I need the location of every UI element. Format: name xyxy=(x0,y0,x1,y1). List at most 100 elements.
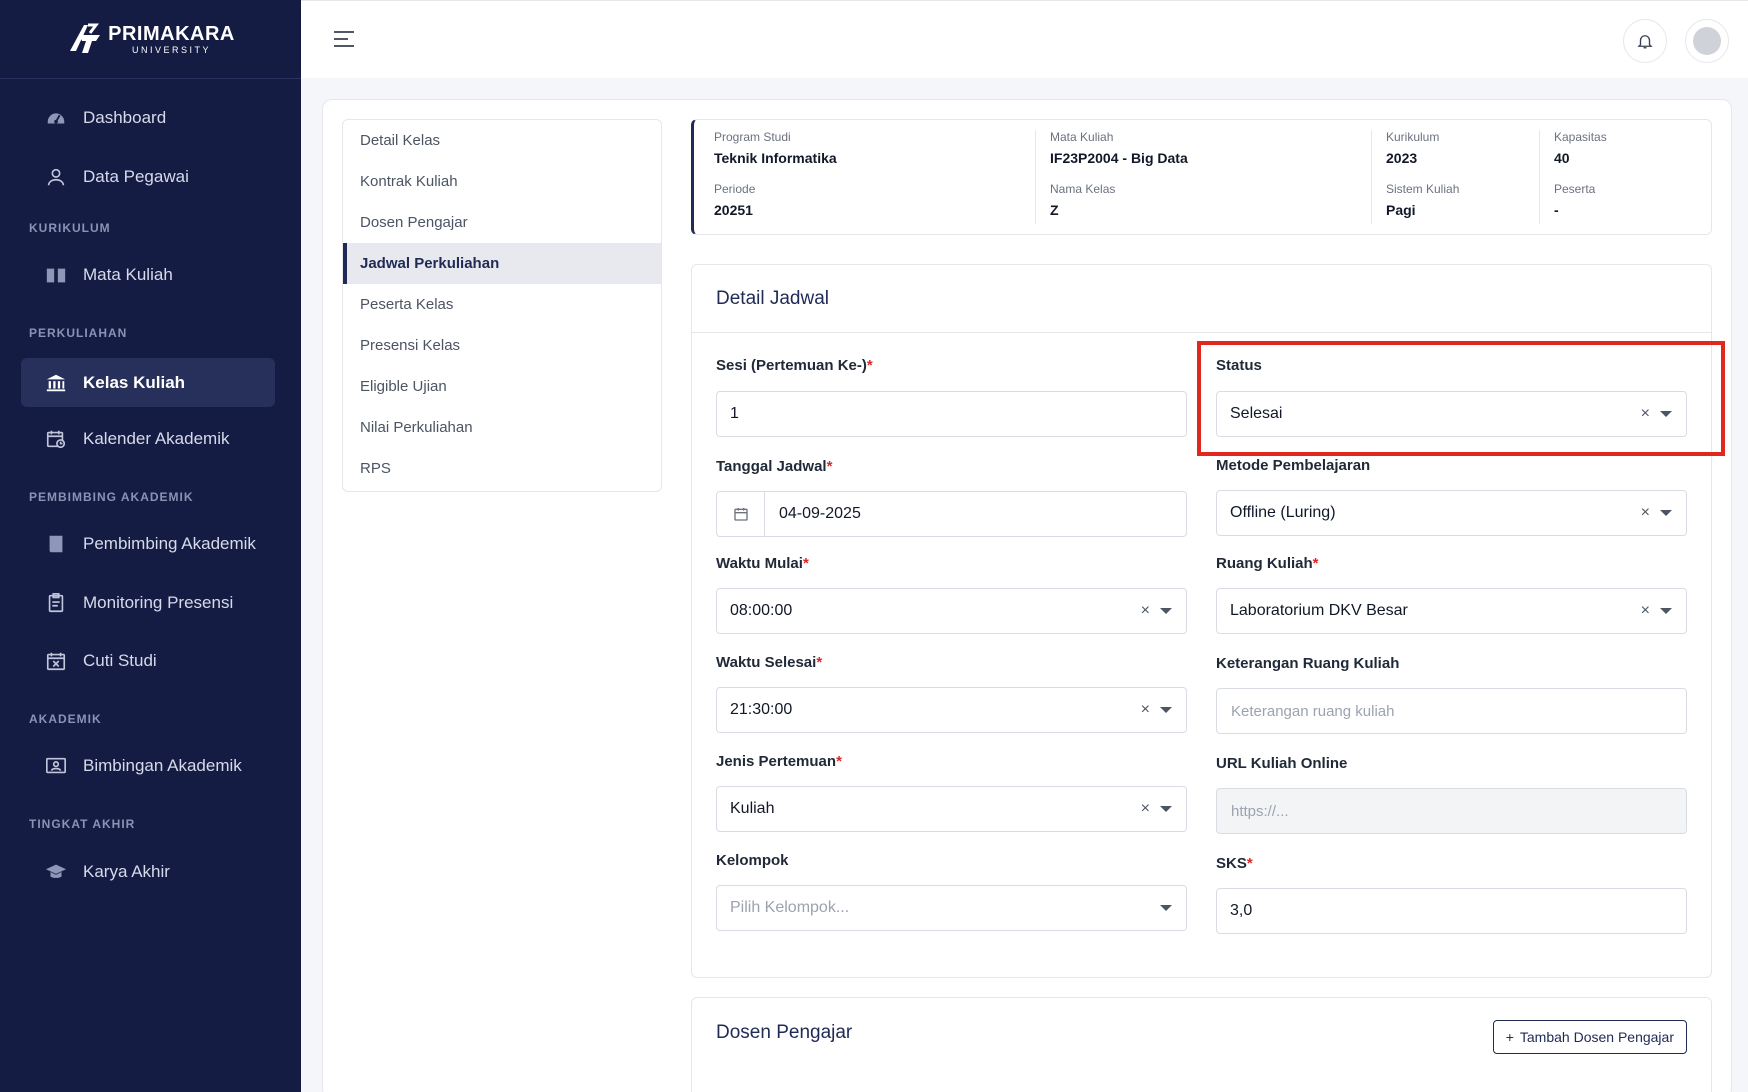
sidebar-item-label: Cuti Studi xyxy=(83,650,157,670)
clear-icon[interactable]: × xyxy=(1141,701,1150,719)
tab-dosen-pengajar[interactable]: Dosen Pengajar xyxy=(343,202,661,243)
metode-select[interactable]: Offline (Luring) × xyxy=(1216,490,1687,536)
sidebar-item-monitoring-presensi[interactable]: Monitoring Presensi xyxy=(21,578,275,627)
class-submenu: Detail Kelas Kontrak Kuliah Dosen Pengaj… xyxy=(342,119,662,492)
user-icon xyxy=(45,166,67,188)
clear-icon[interactable]: × xyxy=(1641,504,1650,522)
sidebar-item-label: Data Pegawai xyxy=(83,166,189,186)
kelompok-label: Kelompok xyxy=(716,852,789,869)
sidebar-item-cuti-studi[interactable]: Cuti Studi xyxy=(21,636,275,685)
clear-icon[interactable]: × xyxy=(1141,602,1150,620)
jenis-pertemuan-select[interactable]: Kuliah × xyxy=(716,786,1187,832)
clear-icon[interactable]: × xyxy=(1641,602,1650,620)
class-info-card: Program Studi Teknik Informatika Mata Ku… xyxy=(691,119,1712,235)
avatar xyxy=(1693,27,1721,55)
chevron-down-icon[interactable] xyxy=(1660,510,1672,516)
waktu-selesai-select[interactable]: 21:30:00 × xyxy=(716,687,1187,733)
divider xyxy=(1371,130,1372,224)
brand-logo[interactable]: PRIMAKARA UNIVERSITY xyxy=(0,0,301,79)
brand-name: PRIMAKARA xyxy=(108,22,235,45)
user-avatar-button[interactable] xyxy=(1685,19,1729,63)
presentation-icon xyxy=(45,755,67,777)
info-periode: Periode 20251 xyxy=(714,182,756,218)
tanggal-input[interactable]: 04-09-2025 xyxy=(716,491,1187,537)
sidebar-item-karya-akhir[interactable]: Karya Akhir xyxy=(21,847,275,896)
add-dosen-button[interactable]: + Tambah Dosen Pengajar xyxy=(1492,1020,1687,1054)
topbar xyxy=(301,0,1748,78)
sidebar: PRIMAKARA UNIVERSITY Dashboard Data Pega… xyxy=(0,0,301,1092)
sidebar-item-label: Bimbingan Akademik xyxy=(83,755,242,775)
tab-nilai-perkuliahan[interactable]: Nilai Perkuliahan xyxy=(343,407,661,448)
sidebar-item-label: Kalender Akademik xyxy=(83,428,230,448)
tab-jadwal-perkuliahan[interactable]: Jadwal Perkuliahan xyxy=(343,243,661,284)
sidebar-item-label: Karya Akhir xyxy=(83,861,170,881)
sidebar-item-kalender-akademik[interactable]: Kalender Akademik xyxy=(21,414,275,463)
tab-kontrak-kuliah[interactable]: Kontrak Kuliah xyxy=(343,161,661,202)
book-open-icon xyxy=(45,264,67,286)
tab-detail-kelas[interactable]: Detail Kelas xyxy=(343,120,661,161)
calendar-x-icon xyxy=(45,650,67,672)
info-program-studi: Program Studi Teknik Informatika xyxy=(714,130,837,166)
metode-label: Metode Pembelajaran xyxy=(1216,457,1371,474)
tab-rps[interactable]: RPS xyxy=(343,448,661,489)
jenis-pertemuan-label: Jenis Pertemuan* xyxy=(716,753,842,770)
status-highlight-box xyxy=(1197,341,1725,456)
sks-label: SKS* xyxy=(1216,855,1253,872)
hamburger-menu-icon[interactable] xyxy=(333,29,355,49)
sidebar-item-mata-kuliah[interactable]: Mata Kuliah xyxy=(21,250,275,299)
sesi-input[interactable]: 1 xyxy=(716,391,1187,437)
brand-sub: UNIVERSITY xyxy=(131,44,211,55)
info-nama-kelas: Nama Kelas Z xyxy=(1050,182,1116,218)
url-input[interactable]: https://... xyxy=(1216,788,1687,834)
sidebar-item-bimbingan-akademik[interactable]: Bimbingan Akademik xyxy=(21,741,275,790)
sidebar-item-pembimbing-akademik[interactable]: Pembimbing Akademik xyxy=(21,519,275,568)
chevron-down-icon[interactable] xyxy=(1160,905,1172,911)
waktu-mulai-select[interactable]: 08:00:00 × xyxy=(716,588,1187,634)
sidebar-item-label: Monitoring Presensi xyxy=(83,592,234,612)
calendar-icon[interactable] xyxy=(717,492,765,536)
divider xyxy=(1539,130,1540,224)
book-icon xyxy=(45,533,67,555)
sidebar-item-label: Pembimbing Akademik xyxy=(83,533,256,553)
dashboard-icon xyxy=(45,107,67,129)
info-sistem-kuliah: Sistem Kuliah Pagi xyxy=(1386,182,1460,218)
ruang-select[interactable]: Laboratorium DKV Besar × xyxy=(1216,588,1687,634)
graduation-cap-icon xyxy=(45,861,67,883)
tab-eligible-ujian[interactable]: Eligible Ujian xyxy=(343,366,661,407)
chevron-down-icon[interactable] xyxy=(1160,707,1172,713)
nav-section-pembimbing-akademik: PEMBIMBING AKADEMIK xyxy=(29,490,194,504)
ket-ruang-label: Keterangan Ruang Kuliah xyxy=(1216,655,1400,672)
sesi-label: Sesi (Pertemuan Ke-)* xyxy=(716,357,873,374)
info-mata-kuliah: Mata Kuliah IF23P2004 - Big Data xyxy=(1050,130,1188,166)
chevron-down-icon[interactable] xyxy=(1160,608,1172,614)
clipboard-icon xyxy=(45,592,67,614)
waktu-selesai-label: Waktu Selesai* xyxy=(716,654,823,671)
chevron-down-icon[interactable] xyxy=(1160,806,1172,812)
sidebar-item-label: Kelas Kuliah xyxy=(83,372,186,392)
info-kurikulum: Kurikulum 2023 xyxy=(1386,130,1440,166)
nav-section-kurikulum: KURIKULUM xyxy=(29,221,111,235)
sidebar-item-data-pegawai[interactable]: Data Pegawai xyxy=(21,152,275,201)
tab-peserta-kelas[interactable]: Peserta Kelas xyxy=(343,284,661,325)
nav-section-tingkat-akhir: TINGKAT AKHIR xyxy=(29,817,136,831)
sidebar-item-dashboard[interactable]: Dashboard xyxy=(21,93,275,142)
tab-presensi-kelas[interactable]: Presensi Kelas xyxy=(343,325,661,366)
ruang-label: Ruang Kuliah* xyxy=(1216,555,1319,572)
info-peserta: Peserta - xyxy=(1554,182,1596,218)
building-icon xyxy=(45,372,67,394)
info-kapasitas: Kapasitas 40 xyxy=(1554,130,1607,166)
nav-section-perkuliahan: PERKULIAHAN xyxy=(29,326,128,340)
clear-icon[interactable]: × xyxy=(1141,800,1150,818)
kelompok-select[interactable]: Pilih Kelompok... xyxy=(716,885,1187,931)
sks-input[interactable]: 3,0 xyxy=(1216,888,1687,934)
dosen-pengajar-card: Dosen Pengajar + Tambah Dosen Pengajar xyxy=(691,997,1712,1092)
chevron-down-icon[interactable] xyxy=(1660,608,1672,614)
url-label: URL Kuliah Online xyxy=(1216,755,1348,772)
waktu-mulai-label: Waktu Mulai* xyxy=(716,555,809,572)
primakara-logo-icon xyxy=(70,23,101,53)
card-title: Detail Jadwal xyxy=(692,265,1711,333)
nav-section-akademik: AKADEMIK xyxy=(29,712,102,726)
ket-ruang-input[interactable]: Keterangan ruang kuliah xyxy=(1216,688,1687,734)
notification-button[interactable] xyxy=(1623,19,1667,63)
sidebar-item-kelas-kuliah[interactable]: Kelas Kuliah xyxy=(21,358,275,407)
